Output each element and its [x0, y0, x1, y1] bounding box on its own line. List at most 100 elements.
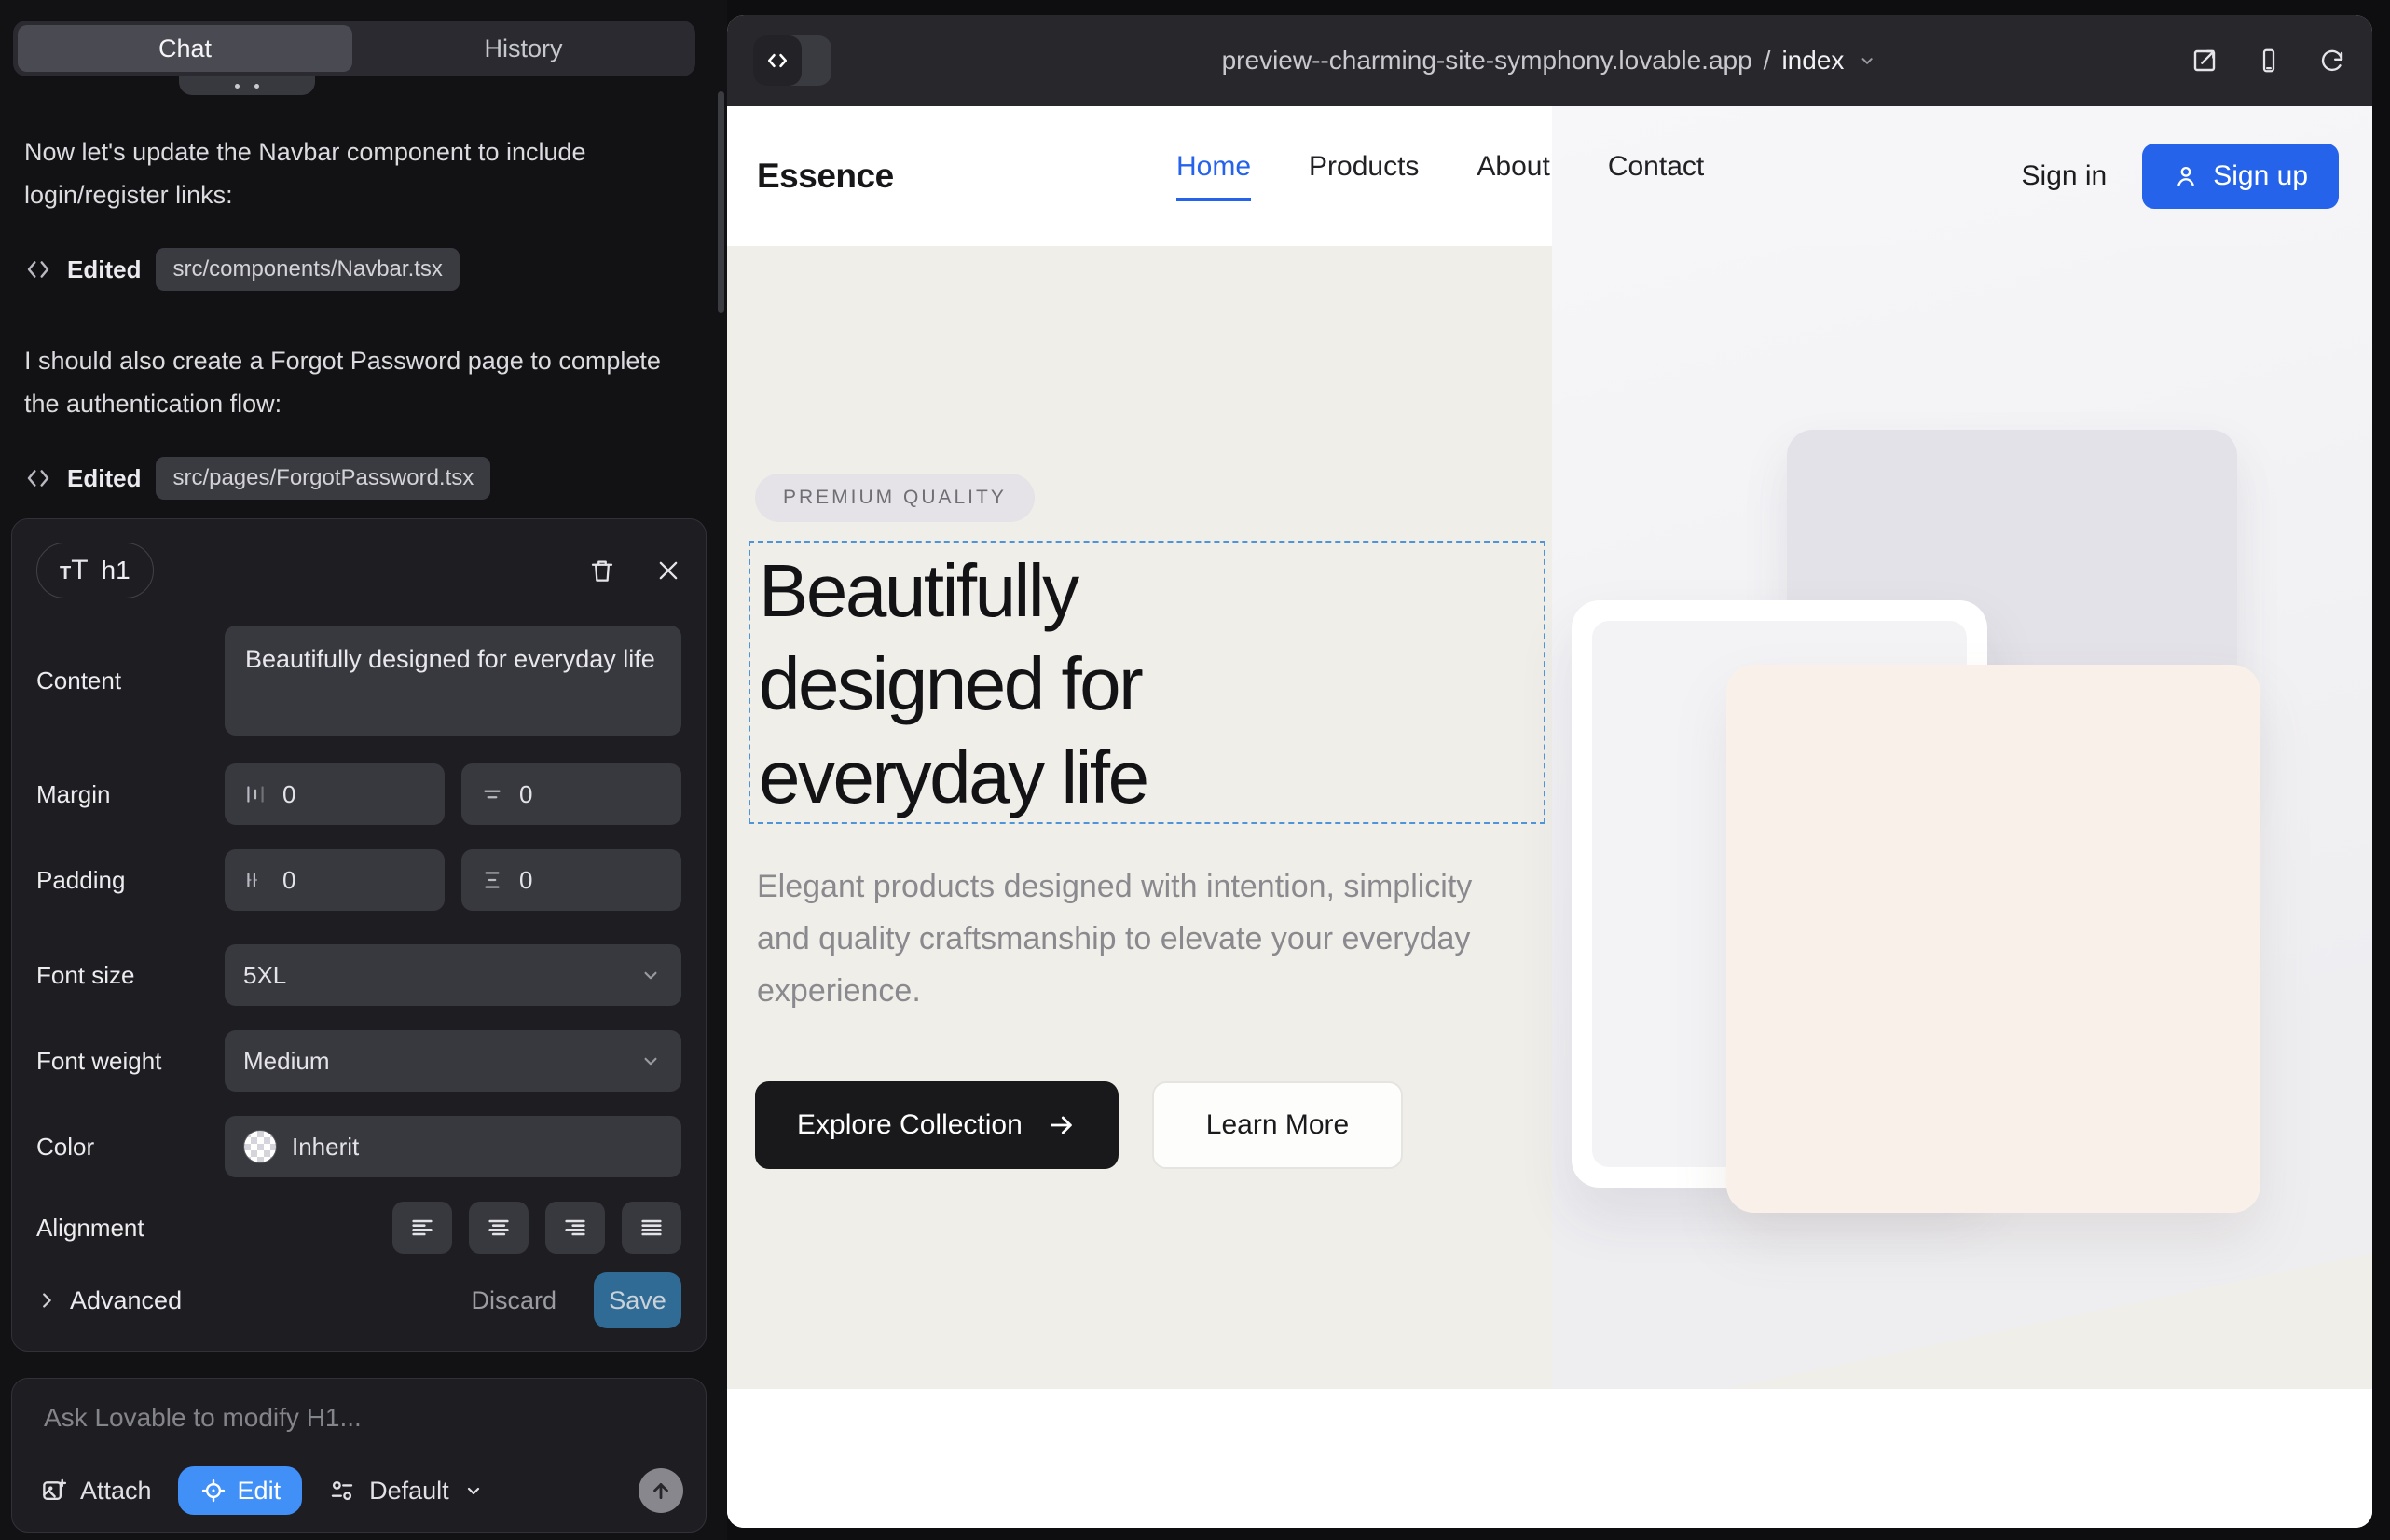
- text-type-icon: TT: [60, 555, 89, 586]
- url-separator: /: [1764, 46, 1771, 76]
- edited-file-row: Edited src/pages/ForgotPassword.tsx: [24, 457, 694, 500]
- chevron-down-icon: [462, 1479, 485, 1502]
- default-mode-button[interactable]: Default: [328, 1477, 485, 1506]
- send-button[interactable]: [639, 1468, 683, 1513]
- margin-label: Margin: [36, 780, 225, 809]
- premium-quality-badge: PREMIUM QUALITY: [755, 474, 1035, 522]
- mobile-icon[interactable]: [2255, 47, 2283, 75]
- content-input[interactable]: Beautifully designed for everyday life: [225, 626, 681, 736]
- margin-x-value: 0: [282, 780, 295, 809]
- padding-x-input[interactable]: 0: [225, 849, 445, 911]
- margin-y-icon: [480, 782, 504, 806]
- site-brand[interactable]: Essence: [757, 157, 894, 196]
- url-path-selector[interactable]: preview--charming-site-symphony.lovable.…: [1222, 46, 1878, 76]
- align-left-icon: [409, 1215, 435, 1241]
- nav-link-about[interactable]: About: [1477, 151, 1549, 201]
- sidebar-scrollbar[interactable]: [718, 91, 724, 313]
- edited-file-row: Edited src/components/Navbar.tsx: [24, 248, 694, 291]
- refresh-icon[interactable]: [2318, 47, 2346, 75]
- file-chip[interactable]: src/pages/ForgotPassword.tsx: [156, 457, 490, 500]
- margin-x-icon: [243, 782, 268, 806]
- align-center-button[interactable]: [469, 1202, 529, 1254]
- code-icon: [753, 35, 802, 86]
- edited-label: Edited: [67, 464, 141, 493]
- code-icon: [24, 464, 52, 492]
- site-auth-actions: Sign in Sign up: [2022, 144, 2339, 209]
- decor-card-cream: [1726, 665, 2260, 1213]
- align-center-icon: [486, 1215, 512, 1241]
- close-icon[interactable]: [655, 557, 681, 584]
- align-justify-icon: [639, 1215, 665, 1241]
- font-weight-select[interactable]: Medium: [225, 1030, 681, 1092]
- url-page: index: [1781, 46, 1844, 76]
- padding-x-icon: [243, 868, 268, 892]
- editor-header: TT h1: [36, 542, 681, 599]
- font-size-value: 5XL: [243, 961, 286, 990]
- align-right-button[interactable]: [545, 1202, 605, 1254]
- site-nav-links: Home Products About Contact: [1176, 151, 1704, 201]
- margin-y-value: 0: [519, 780, 532, 809]
- explore-collection-button[interactable]: Explore Collection: [755, 1081, 1119, 1169]
- font-weight-value: Medium: [243, 1047, 329, 1076]
- advanced-toggle[interactable]: Advanced: [36, 1286, 182, 1315]
- code-preview-toggle[interactable]: [753, 35, 831, 86]
- attach-button[interactable]: Attach: [40, 1477, 152, 1506]
- alignment-label: Alignment: [36, 1214, 225, 1243]
- selected-element-pill[interactable]: TT h1: [36, 543, 154, 598]
- discard-button[interactable]: Discard: [471, 1286, 556, 1315]
- site-hero: PREMIUM QUALITY Beautifully designed for…: [727, 246, 2372, 1389]
- user-icon: [2173, 163, 2199, 189]
- arrow-right-icon: [1047, 1110, 1077, 1140]
- trash-icon[interactable]: [588, 557, 616, 584]
- margin-x-input[interactable]: 0: [225, 763, 445, 825]
- nav-link-home[interactable]: Home: [1176, 151, 1251, 201]
- scrolled-pill-partial: [179, 76, 315, 95]
- padding-label: Padding: [36, 866, 225, 895]
- composer-toolbar: Attach Edit Default: [40, 1466, 683, 1515]
- chat-messages: Now let's update the Navbar component to…: [24, 131, 694, 548]
- margin-y-input[interactable]: 0: [461, 763, 681, 825]
- nav-link-contact[interactable]: Contact: [1608, 151, 1704, 201]
- hero-cta-row: Explore Collection Learn More: [755, 1081, 1403, 1169]
- padding-y-icon: [480, 868, 504, 892]
- site-navbar: Essence Home Products About Contact Sign…: [727, 106, 2372, 246]
- align-right-icon: [562, 1215, 588, 1241]
- chevron-right-icon: [36, 1290, 57, 1311]
- assistant-message: Now let's update the Navbar component to…: [24, 131, 694, 216]
- target-edit-icon: [199, 1477, 227, 1505]
- color-row: Color Inherit: [36, 1116, 681, 1177]
- sign-in-link[interactable]: Sign in: [2022, 160, 2108, 192]
- composer-input[interactable]: [44, 1403, 659, 1450]
- font-size-row: Font size 5XL: [36, 944, 681, 1006]
- hero-headline[interactable]: Beautifully designed for everyday life: [750, 543, 1544, 824]
- preview-browser-window: preview--charming-site-symphony.lovable.…: [727, 15, 2372, 1528]
- open-external-icon[interactable]: [2190, 46, 2219, 76]
- font-size-select[interactable]: 5XL: [225, 944, 681, 1006]
- align-left-button[interactable]: [392, 1202, 452, 1254]
- align-justify-button[interactable]: [622, 1202, 681, 1254]
- chevron-down-icon: [1857, 50, 1877, 71]
- save-button[interactable]: Save: [594, 1272, 681, 1328]
- attach-image-icon: [40, 1477, 68, 1505]
- nav-link-products[interactable]: Products: [1309, 151, 1419, 201]
- file-chip[interactable]: src/components/Navbar.tsx: [156, 248, 459, 291]
- section-below-hero: [727, 1389, 2372, 1528]
- padding-y-input[interactable]: 0: [461, 849, 681, 911]
- alignment-row: Alignment: [36, 1202, 681, 1254]
- color-picker-field[interactable]: Inherit: [225, 1116, 681, 1177]
- chat-composer: Attach Edit Default: [11, 1378, 707, 1533]
- margin-row: Margin 0 0: [36, 763, 681, 825]
- color-label: Color: [36, 1133, 225, 1162]
- sign-up-button[interactable]: Sign up: [2142, 144, 2339, 209]
- site-preview: Essence Home Products About Contact Sign…: [727, 106, 2372, 1528]
- content-label: Content: [36, 667, 225, 695]
- learn-more-button[interactable]: Learn More: [1152, 1081, 1403, 1169]
- edit-mode-button[interactable]: Edit: [178, 1466, 303, 1515]
- tab-chat[interactable]: Chat: [18, 25, 352, 72]
- element-editor-panel: TT h1 Content Beautifully designed for e…: [11, 518, 707, 1352]
- chevron-down-icon: [639, 963, 663, 987]
- element-tag-label: h1: [102, 556, 130, 585]
- editor-footer: Advanced Discard Save: [36, 1272, 681, 1328]
- tab-history[interactable]: History: [356, 25, 691, 72]
- edited-label: Edited: [67, 255, 141, 284]
